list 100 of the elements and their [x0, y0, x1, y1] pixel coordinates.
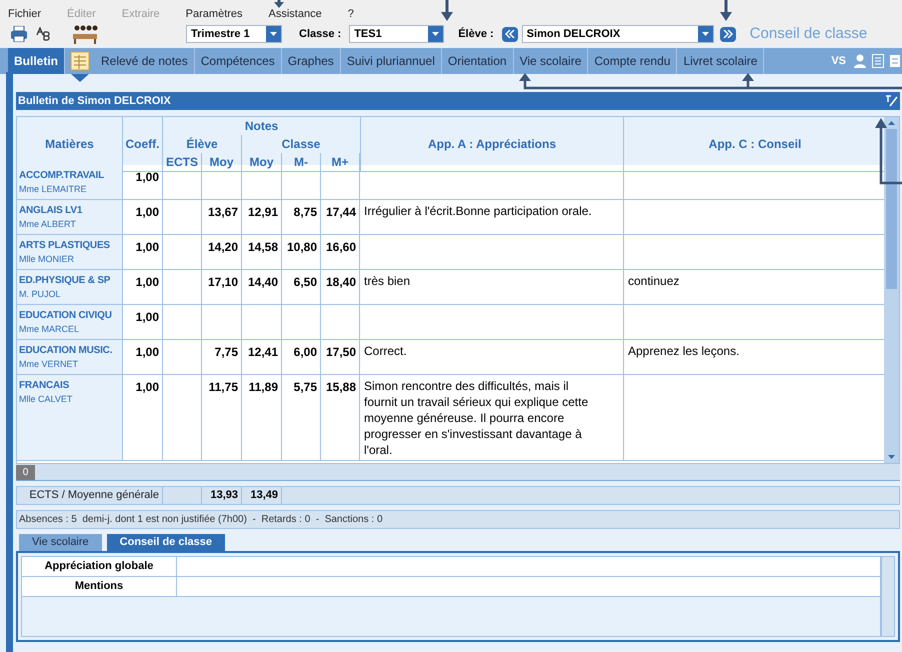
column-header: Coeff. [126, 136, 160, 153]
callout-arrow [875, 118, 902, 184]
column-header: M+ [331, 154, 348, 171]
table-cell: 6,50 [282, 270, 321, 305]
table-cell [163, 270, 202, 305]
column-group-header: Notes [244, 118, 278, 135]
teacher-name: Mlle CALVET [19, 393, 74, 406]
table-cell: 1,00 [123, 375, 163, 461]
scroll-badge: 0 [16, 464, 35, 480]
tab[interactable]: Suivi pluriannuel [340, 48, 442, 74]
class-label: Classe : [299, 26, 342, 42]
previous-button[interactable] [502, 26, 518, 42]
class-average: 13,49 [242, 487, 282, 504]
period-dropdown[interactable]: Trimestre 1 [186, 25, 282, 43]
table-cell: 1,00 [123, 165, 163, 200]
subject-name: FRANCAIS [19, 379, 70, 393]
callout-arrow [274, 0, 284, 8]
student-dropdown[interactable]: Simon DELCROIX [522, 25, 714, 43]
table-cell: 17,50 [321, 340, 360, 375]
document-icon[interactable] [872, 54, 884, 68]
table-cell [163, 305, 202, 340]
teacher-name: Mme LEMAITRE [19, 183, 88, 196]
tab[interactable]: Vie scolaire [514, 48, 588, 74]
teacher-name: Mlle MONIER [19, 253, 76, 266]
vertical-scrollbar[interactable] [881, 556, 895, 637]
horizontal-scrollbar[interactable]: 0 [16, 464, 900, 481]
tab[interactable]: Orientation [442, 48, 514, 74]
table-cell: 11,75 [202, 375, 242, 461]
table-cell [202, 305, 242, 340]
summary-label: ECTS / Moyenne générale [17, 487, 163, 504]
table-cell: 1,00 [123, 305, 163, 340]
column-header: Matières [45, 136, 94, 153]
table-cell: 5,75 [282, 375, 321, 461]
table-cell: Simon rencontre des difficultés, mais il fournit un travail sérieux qui explique cette moyenne généreuse. Il pourra encore progresser en s'investissant davantage à l'oral. [360, 375, 624, 461]
tab[interactable]: Bulletin [8, 48, 65, 74]
teacher-name: Mme VERNET [19, 358, 80, 371]
table-cell: 11,89 [242, 375, 282, 461]
table-cell: 1,00 [123, 270, 163, 305]
menu-item[interactable]: ? [348, 6, 354, 22]
next-button[interactable] [720, 26, 736, 42]
pointer-icon [71, 74, 89, 82]
table-cell: 17,44 [321, 200, 360, 235]
row-label: Appréciation globale [22, 557, 177, 576]
table-cell: 18,40 [321, 270, 360, 305]
menu-item[interactable]: Fichier [8, 6, 42, 22]
column-group-header: Classe [282, 136, 320, 153]
table-cell [163, 235, 202, 270]
double-chevron-left-icon [504, 30, 515, 38]
column-header: Moy [250, 154, 274, 171]
table-cell [321, 305, 360, 340]
spelling-icon[interactable] [36, 27, 52, 41]
table-cell: 6,00 [282, 340, 321, 375]
menu-item[interactable]: Assistance [268, 6, 322, 22]
table-cell: 12,41 [242, 340, 282, 375]
table-cell: 1,00 [123, 340, 163, 375]
subject-name: ANGLAIS LV1 [19, 204, 84, 218]
table-cell: 16,60 [321, 235, 360, 270]
report-icon[interactable] [70, 51, 90, 71]
teacher-name: Mme ALBERT [19, 218, 77, 231]
table-cell: 14,58 [242, 235, 282, 270]
tab[interactable]: Graphes [282, 48, 341, 74]
edit-icon[interactable] [884, 94, 898, 108]
tab[interactable]: Compte rendu [588, 48, 678, 74]
column-header: Moy [210, 154, 234, 171]
class-dropdown[interactable]: TES1 [349, 25, 444, 43]
tab[interactable]: Vie scolaire [19, 534, 102, 551]
subject-name: EDUCATION CIVIQU [19, 309, 113, 323]
teacher-name: Mme MARCEL [19, 323, 80, 336]
student-average: 13,93 [202, 487, 242, 504]
teacher-name: M. PUJOL [19, 288, 62, 301]
table-cell: 15,88 [321, 375, 360, 461]
column-group-header: Élève [186, 136, 218, 153]
table-cell: 1,00 [123, 235, 163, 270]
table-cell: Irrégulier à l'écrit.Bonne participation orale. [360, 200, 624, 235]
printer-icon[interactable] [10, 26, 28, 42]
panel-title: Bulletin de Simon DELCROIX [18, 94, 171, 109]
column-header: App. C : Conseil [708, 136, 802, 153]
table-cell: 8,75 [282, 200, 321, 235]
callout-arrow [441, 0, 453, 21]
column-header: App. A : Appréciations [428, 136, 556, 153]
meeting-icon[interactable] [70, 24, 100, 44]
tab[interactable]: Livret scolaire [677, 48, 764, 74]
row-label: Mentions [22, 577, 177, 596]
menu-item[interactable]: Paramètres [186, 6, 243, 22]
table-cell [163, 200, 202, 235]
table-cell: 14,40 [242, 270, 282, 305]
table-cell: 13,67 [202, 200, 242, 235]
subject-name: ED.PHYSIQUE & SP [19, 274, 112, 288]
subject-name: ARTS PLASTIQUES [19, 239, 111, 253]
tab[interactable]: Compétences [194, 48, 282, 74]
card-icon[interactable] [890, 55, 900, 67]
table-cell [282, 305, 321, 340]
double-chevron-right-icon [722, 30, 733, 38]
tab[interactable]: Relevé de notes [95, 48, 195, 74]
tab[interactable]: Conseil de classe [106, 534, 225, 551]
callout-arrow [720, 0, 732, 21]
view-title: Conseil de classe [750, 24, 868, 44]
person-icon[interactable] [854, 54, 866, 68]
vertical-scrollbar[interactable] [884, 117, 899, 463]
table-cell: 17,10 [202, 270, 242, 305]
